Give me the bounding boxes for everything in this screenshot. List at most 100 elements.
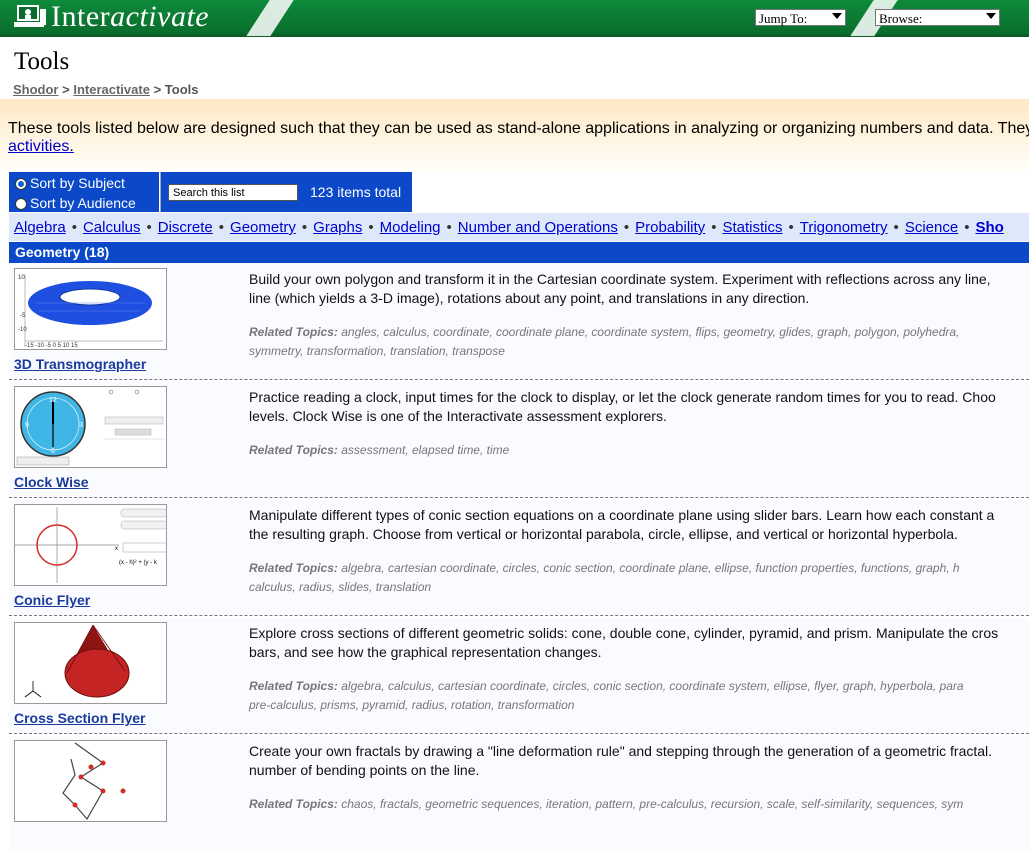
subject-link-statistics[interactable]: Statistics [722,219,782,236]
tool-description-line: bars, and see how the graphical represen… [249,644,602,660]
search-input[interactable] [168,184,298,201]
clock-icon: 12 3 9 6 [15,387,166,467]
related-topics-label: Related Topics: [249,797,338,811]
chevron-down-icon [832,13,842,19]
section-header: Geometry (18) [9,242,1029,263]
separator-dot: • [301,219,308,236]
related-topics-values: symmetry, transformation, translation, t… [249,344,505,358]
subject-link-trigonometry[interactable]: Trigonometry [800,219,888,236]
tool-description: Explore cross sections of different geom… [249,624,1029,662]
related-topics-label: Related Topics: [249,325,338,339]
related-topics-label: Related Topics: [249,561,338,575]
search-panel: 123 items total [160,172,412,212]
tool-thumbnail[interactable]: 12 3 9 6 [14,386,167,468]
subject-link-calculus[interactable]: Calculus [83,219,141,236]
sort-audience-label[interactable]: Sort by Audience [30,195,136,211]
tool-description-line: the resulting graph. Choose from vertica… [249,526,958,542]
tool-thumbnail[interactable] [14,622,167,704]
tool-name-link[interactable]: Cross Section Flyer [14,710,146,726]
header-diagonal [246,0,294,36]
related-topics-values: pre-calculus, prisms, pyramid, radius, r… [249,698,575,712]
breadcrumb-interactivate[interactable]: Interactivate [73,82,150,97]
related-topics: Related Topics: algebra, cartesian coord… [249,559,1029,597]
subject-link-geometry[interactable]: Geometry [230,219,296,236]
breadcrumb-current: Tools [164,82,199,97]
tool-description-line: Explore cross sections of different geom… [249,625,999,641]
sort-subject-radio[interactable] [15,178,27,190]
jump-to-select[interactable]: Jump To: [755,9,846,26]
svg-text:-10: -10 [18,327,27,333]
subject-link-show-all[interactable]: Sho [975,219,1003,236]
related-topics: Related Topics: assessment, elapsed time… [249,441,1029,460]
breadcrumb-shodor[interactable]: Shodor [13,82,59,97]
sort-audience-radio[interactable] [15,198,27,210]
tool-description: Build your own polygon and transform it … [249,270,1029,308]
tool-thumbnail[interactable]: x (x - h)² + (y - k [14,504,167,586]
svg-text:10: 10 [18,275,25,281]
subject-link-number-operations[interactable]: Number and Operations [458,219,618,236]
tool-description: Create your own fractals by drawing a "l… [249,742,1029,780]
related-topics-label: Related Topics: [249,443,338,457]
browse-select[interactable]: Browse: [875,9,1000,26]
tool-description-line: Manipulate different types of conic sect… [249,507,995,523]
tool-description-line: Practice reading a clock, input times fo… [249,389,996,405]
related-topics-values: algebra, calculus, cartesian coordinate,… [341,679,964,693]
interactivate-logo[interactable]: Interactivate [14,0,209,33]
separator-dot: • [623,219,630,236]
related-topics: Related Topics: angles, calculus, coordi… [249,323,1029,361]
item-divider [9,733,1029,734]
subject-link-algebra[interactable]: Algebra [14,219,66,236]
separator-dot: • [71,219,77,236]
tool-name-link[interactable]: 3D Transmographer [14,356,146,372]
related-topics: Related Topics: algebra, calculus, carte… [249,677,1029,715]
tool-description-line: Create your own fractals by drawing a "l… [249,743,993,759]
subject-link-graphs[interactable]: Graphs [313,219,362,236]
svg-text:9: 9 [25,422,29,429]
tool-item: 12 3 9 6 Clock Wise Practice reading a c… [9,382,1029,498]
subject-link-discrete[interactable]: Discrete [158,219,213,236]
section-title: Geometry (18) [15,244,110,260]
separator-dot: • [446,219,452,236]
separator-dot: • [368,219,374,236]
cone-icon [15,623,166,703]
circle-graph-icon: x (x - h)² + (y - k [15,505,166,585]
tool-thumbnail[interactable] [14,740,167,822]
chevron-down-icon [986,13,996,19]
fractal-icon [15,741,166,821]
svg-text:x: x [115,546,118,552]
intro-text: These tools listed below are designed su… [8,120,1029,137]
subject-link-modeling[interactable]: Modeling [380,219,441,236]
tool-name-link[interactable]: Clock Wise [14,474,89,490]
svg-text:6: 6 [51,448,55,455]
items-count: 123 items total [310,184,402,200]
svg-text:3: 3 [79,422,83,429]
related-topics-values: angles, calculus, coordinate, coordinate… [341,325,960,339]
tool-thumbnail[interactable]: 10 -5 -10 -15 -10 -5 0 5 10 15 [14,268,167,350]
subject-link-probability[interactable]: Probability [635,219,705,236]
page-title: Tools [14,48,70,75]
separator-dot: • [893,219,899,236]
svg-text:(x - h)² + (y - k: (x - h)² + (y - k [119,560,158,566]
separator-dot: • [218,219,225,236]
sort-subject-label[interactable]: Sort by Subject [30,175,125,191]
activities-link[interactable]: activities [8,138,69,155]
subject-links: Algebra • Calculus • Discrete • Geometry • Graph… [14,219,1004,236]
related-topics-values: algebra, cartesian coordinate, circles, … [341,561,960,575]
separator-dot: • [788,219,794,236]
intro-link-row: activities. [8,138,74,156]
related-topics-values: assessment, elapsed time, time [341,443,510,457]
related-topics-label: Related Topics: [249,679,338,693]
subject-link-science[interactable]: Science [905,219,958,236]
site-header: Interactivate Jump To: Browse: [0,0,1029,37]
separator-dot: • [711,219,717,236]
separator-dot: • [146,219,152,236]
tool-name-link[interactable]: Conic Flyer [14,592,90,608]
tool-description-line: line (which yields a 3-D image), rotatio… [249,290,810,306]
separator-dot: • [964,219,970,236]
related-topics-values: calculus, radius, slides, translation [249,580,432,594]
torus-graph-icon: 10 -5 -10 -15 -10 -5 0 5 10 15 [15,269,166,349]
breadcrumb: Shodor > Interactivate > Tools [13,82,198,97]
breadcrumb-separator: > [153,82,162,97]
tool-description-line: Build your own polygon and transform it … [249,271,991,287]
related-topics: Related Topics: chaos, fractals, geometr… [249,795,1029,814]
